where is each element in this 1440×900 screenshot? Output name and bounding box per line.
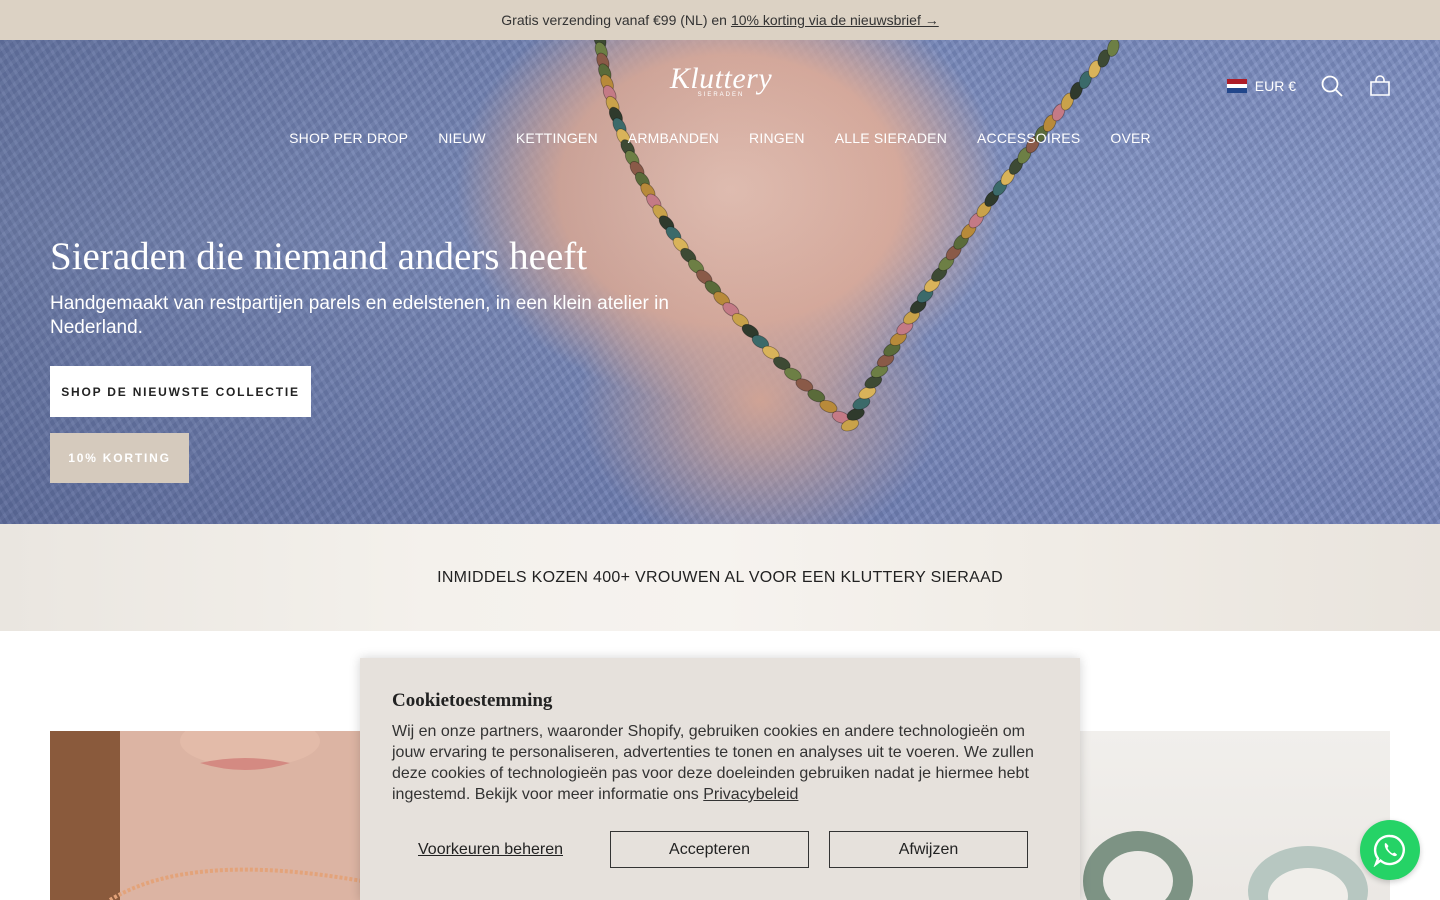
decline-cookies-button[interactable]: Afwijzen xyxy=(829,831,1028,868)
social-proof-band: INMIDDELS KOZEN 400+ VROUWEN AL VOOR EEN… xyxy=(0,524,1440,631)
privacy-policy-link[interactable]: Privacybeleid xyxy=(703,786,798,803)
manage-preferences-button[interactable]: Voorkeuren beheren xyxy=(392,831,589,868)
cookie-actions: Voorkeuren beheren Accepteren Afwijzen xyxy=(392,831,1048,868)
cookie-title: Cookietoestemming xyxy=(392,690,553,711)
header-utilities: EUR € xyxy=(1226,74,1392,98)
site-logo[interactable]: Kluttery SIERADEN xyxy=(668,64,774,106)
cookie-body: Wij en onze partners, waaronder Shopify,… xyxy=(392,721,1052,805)
nav-item-armbanden[interactable]: ARMBANDEN xyxy=(628,130,719,146)
nav-item-kettingen[interactable]: KETTINGEN xyxy=(516,130,598,146)
model-face-image xyxy=(50,731,362,900)
main-navigation: SHOP PER DROP NIEUW KETTINGEN ARMBANDEN … xyxy=(0,130,1440,146)
product-image-rings[interactable] xyxy=(1078,731,1390,900)
accept-cookies-button[interactable]: Accepteren xyxy=(610,831,809,868)
flag-nl-icon xyxy=(1226,79,1247,94)
newsletter-discount-link[interactable]: 10% korting via de nieuwsbrief → xyxy=(731,12,939,28)
currency-selector[interactable]: EUR € xyxy=(1226,78,1296,94)
nav-item-shop-per-drop[interactable]: SHOP PER DROP xyxy=(289,130,408,146)
social-proof-text: INMIDDELS KOZEN 400+ VROUWEN AL VOOR EEN… xyxy=(437,568,1003,586)
search-icon[interactable] xyxy=(1320,74,1344,98)
nav-item-alle-sieraden[interactable]: ALLE SIERADEN xyxy=(835,130,947,146)
hero-title: Sieraden die niemand anders heeft xyxy=(50,235,588,278)
whatsapp-icon xyxy=(1373,834,1405,867)
cookie-consent-dialog: Cookietoestemming Wij en onze partners, … xyxy=(360,658,1080,900)
announcement-bar: Gratis verzending vanaf €99 (NL) en 10% … xyxy=(0,0,1440,40)
nav-item-over[interactable]: OVER xyxy=(1110,130,1150,146)
logo-wordmark: Kluttery xyxy=(669,62,773,95)
cart-icon[interactable] xyxy=(1368,74,1392,98)
announcement-text: Gratis verzending vanaf €99 (NL) en xyxy=(501,12,727,28)
nav-item-ringen[interactable]: RINGEN xyxy=(749,130,805,146)
discount-button[interactable]: 10% KORTING xyxy=(50,433,189,483)
jade-rings-image xyxy=(1083,831,1368,900)
nav-item-nieuw[interactable]: NIEUW xyxy=(438,130,486,146)
hero-subtitle: Handgemaakt van restpartijen parels en e… xyxy=(50,293,669,338)
currency-label: EUR € xyxy=(1254,78,1296,94)
whatsapp-chat-button[interactable] xyxy=(1360,820,1420,880)
nav-item-accessoires[interactable]: ACCESSOIRES xyxy=(977,130,1080,146)
product-image-necklace[interactable] xyxy=(50,731,362,900)
shop-newest-collection-button[interactable]: SHOP DE NIEUWSTE COLLECTIE xyxy=(50,366,311,417)
hero-content: Sieraden die niemand anders heeft Handge… xyxy=(50,236,690,483)
